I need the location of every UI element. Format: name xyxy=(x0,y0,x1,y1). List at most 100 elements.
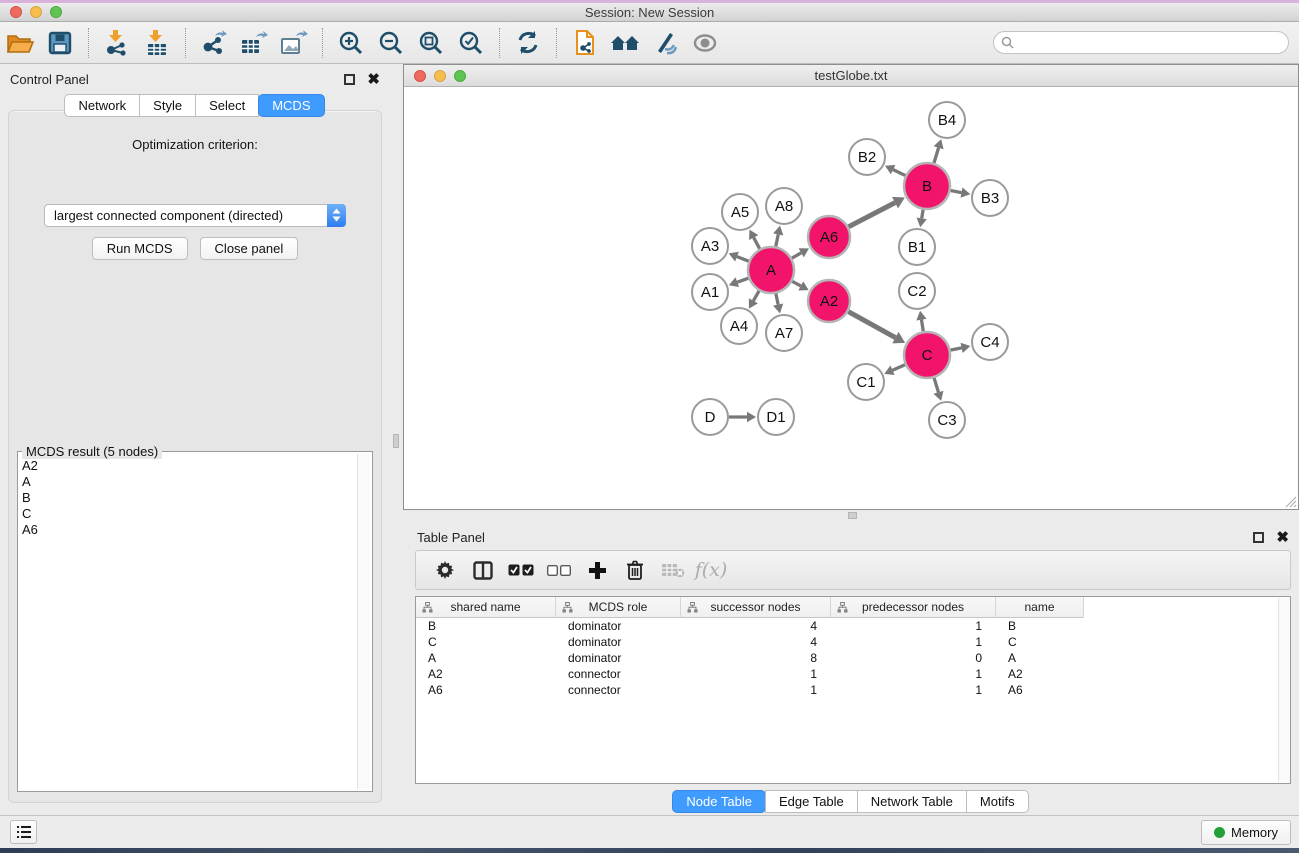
delete-table-button[interactable] xyxy=(654,553,692,587)
edge-A-A3[interactable] xyxy=(737,257,749,262)
tab-edge-table[interactable]: Edge Table xyxy=(765,790,858,813)
tab-network-table[interactable]: Network Table xyxy=(857,790,967,813)
table-row[interactable]: Bdominator41B xyxy=(416,618,1290,634)
edge-B-B1[interactable] xyxy=(922,210,923,219)
node-A8[interactable]: A8 xyxy=(766,188,802,224)
edge-A2-C[interactable] xyxy=(848,312,895,338)
node-table[interactable]: shared nameMCDS rolesuccessor nodesprede… xyxy=(415,596,1291,784)
edge-A-A6[interactable] xyxy=(792,253,801,258)
node-A3[interactable]: A3 xyxy=(692,228,728,264)
open-session-button[interactable] xyxy=(2,25,38,61)
zoom-selected-button[interactable] xyxy=(453,25,489,61)
apply-layout-button[interactable] xyxy=(510,25,546,61)
edge-B-B3[interactable] xyxy=(951,190,962,192)
node-A[interactable]: A xyxy=(748,247,794,293)
zoom-fit-button[interactable] xyxy=(413,25,449,61)
column-header-predecessor-nodes[interactable]: predecessor nodes xyxy=(831,597,996,618)
tab-style[interactable]: Style xyxy=(139,94,196,117)
node-A7[interactable]: A7 xyxy=(766,315,802,351)
table-settings-button[interactable] xyxy=(426,553,464,587)
table-row[interactable]: Cdominator41C xyxy=(416,634,1290,650)
run-mcds-button[interactable]: Run MCDS xyxy=(92,237,188,260)
edge-C-C3[interactable] xyxy=(934,378,938,392)
column-header-MCDS-role[interactable]: MCDS role xyxy=(556,597,681,618)
table-scrollbar[interactable] xyxy=(1278,598,1290,782)
node-B2[interactable]: B2 xyxy=(849,139,885,175)
node-C[interactable]: C xyxy=(904,332,950,378)
close-panel-icon[interactable]: ✖ xyxy=(367,72,380,87)
node-A6[interactable]: A6 xyxy=(808,216,850,258)
table-row[interactable]: A6connector11A6 xyxy=(416,682,1290,698)
node-B4[interactable]: B4 xyxy=(929,102,965,138)
node-C3[interactable]: C3 xyxy=(929,402,965,438)
edge-A-A5[interactable] xyxy=(754,238,760,249)
select-all-button[interactable] xyxy=(502,553,540,587)
node-B3[interactable]: B3 xyxy=(972,180,1008,216)
zoom-in-button[interactable] xyxy=(333,25,369,61)
node-C4[interactable]: C4 xyxy=(972,324,1008,360)
search-box[interactable] xyxy=(993,31,1289,54)
node-A4[interactable]: A4 xyxy=(721,308,757,344)
function-builder-button[interactable]: f(x) xyxy=(692,553,730,587)
mcds-result-item[interactable]: A xyxy=(22,474,356,490)
export-table-button[interactable] xyxy=(236,25,272,61)
edge-A-A8[interactable] xyxy=(776,234,778,246)
float-panel-icon[interactable] xyxy=(344,74,355,85)
table-row[interactable]: A2connector11A2 xyxy=(416,666,1290,682)
export-image-button[interactable] xyxy=(276,25,312,61)
save-session-button[interactable] xyxy=(42,25,78,61)
import-table-button[interactable] xyxy=(139,25,175,61)
horizontal-splitter-grip[interactable] xyxy=(848,512,857,519)
mcds-result-item[interactable]: B xyxy=(22,490,356,506)
edge-A6-B[interactable] xyxy=(849,203,896,227)
close-panel-icon[interactable]: ✖ xyxy=(1276,530,1289,545)
table-row[interactable]: Adominator80A xyxy=(416,650,1290,666)
tab-node-table[interactable]: Node Table xyxy=(672,790,766,813)
tab-motifs[interactable]: Motifs xyxy=(966,790,1029,813)
mcds-result-scrollbar[interactable] xyxy=(357,454,370,789)
node-D[interactable]: D xyxy=(692,399,728,435)
search-input[interactable] xyxy=(1018,36,1288,50)
network-window-titlebar[interactable]: testGlobe.txt xyxy=(404,65,1298,87)
vertical-splitter-grip[interactable] xyxy=(393,434,399,448)
mcds-result-list[interactable]: A2ABCA6 xyxy=(22,458,356,789)
create-column-button[interactable] xyxy=(578,553,616,587)
node-A5[interactable]: A5 xyxy=(722,194,758,230)
task-history-button[interactable] xyxy=(10,820,37,844)
export-network-button[interactable] xyxy=(196,25,232,61)
tab-select[interactable]: Select xyxy=(195,94,259,117)
column-header-successor-nodes[interactable]: successor nodes xyxy=(681,597,831,618)
float-panel-icon[interactable] xyxy=(1253,532,1264,543)
criterion-dropdown[interactable]: largest connected component (directed) xyxy=(44,204,346,227)
edge-A-A1[interactable] xyxy=(737,278,748,282)
main-titlebar[interactable]: Session: New Session xyxy=(0,3,1299,22)
edge-B-B4[interactable] xyxy=(934,148,939,163)
column-header-name[interactable]: name xyxy=(996,597,1084,618)
column-header-shared-name[interactable]: shared name xyxy=(416,597,556,618)
tab-mcds[interactable]: MCDS xyxy=(258,94,324,117)
zoom-out-button[interactable] xyxy=(373,25,409,61)
tab-network[interactable]: Network xyxy=(64,94,140,117)
edge-C-C2[interactable] xyxy=(921,320,923,332)
edge-A-A4[interactable] xyxy=(753,291,759,301)
edge-B-B2[interactable] xyxy=(893,170,905,176)
edge-A-A2[interactable] xyxy=(792,281,801,286)
horizontal-splitter[interactable] xyxy=(403,510,1299,522)
resize-grip-icon[interactable] xyxy=(1285,496,1297,508)
edge-C-C4[interactable] xyxy=(951,348,962,350)
node-A1[interactable]: A1 xyxy=(692,274,728,310)
network-canvas[interactable]: B4B2BB3A5A8A6A3B1AA1C2A2A4A7CC4C1C3DD1 xyxy=(404,87,1298,509)
mcds-result-item[interactable]: A6 xyxy=(22,522,356,538)
toggle-graphics-details-button[interactable] xyxy=(647,25,683,61)
edge-C-C1[interactable] xyxy=(893,365,906,371)
mcds-result-item[interactable]: C xyxy=(22,506,356,522)
show-columns-button[interactable] xyxy=(464,553,502,587)
close-panel-button[interactable]: Close panel xyxy=(200,237,299,260)
node-C2[interactable]: C2 xyxy=(899,273,935,309)
show-all-panels-button[interactable] xyxy=(607,25,643,61)
node-B1[interactable]: B1 xyxy=(899,229,935,265)
new-network-from-selection-button[interactable] xyxy=(567,25,603,61)
node-C1[interactable]: C1 xyxy=(848,364,884,400)
node-B[interactable]: B xyxy=(904,163,950,209)
vertical-splitter[interactable] xyxy=(390,64,403,815)
